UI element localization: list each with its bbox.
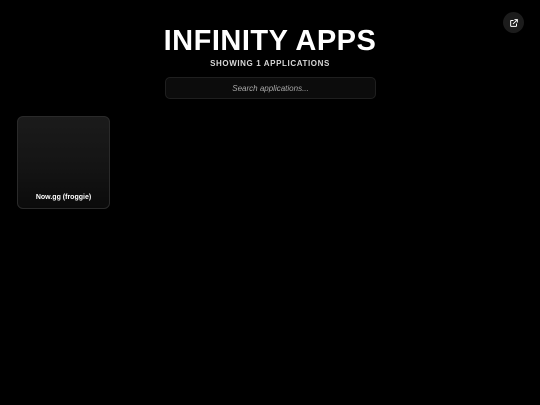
app-card-now-gg[interactable]: Now.gg (froggie) — [17, 116, 110, 209]
applications-count: SHOWING 1 APPLICATIONS — [210, 59, 330, 68]
apps-grid: Now.gg (froggie) — [17, 116, 110, 209]
app-card-label: Now.gg (froggie) — [35, 194, 92, 201]
search-input[interactable] — [165, 77, 376, 99]
apps-page: INFINITY APPS SHOWING 1 APPLICATIONS Now… — [0, 0, 540, 405]
page-title: INFINITY APPS — [163, 25, 377, 57]
